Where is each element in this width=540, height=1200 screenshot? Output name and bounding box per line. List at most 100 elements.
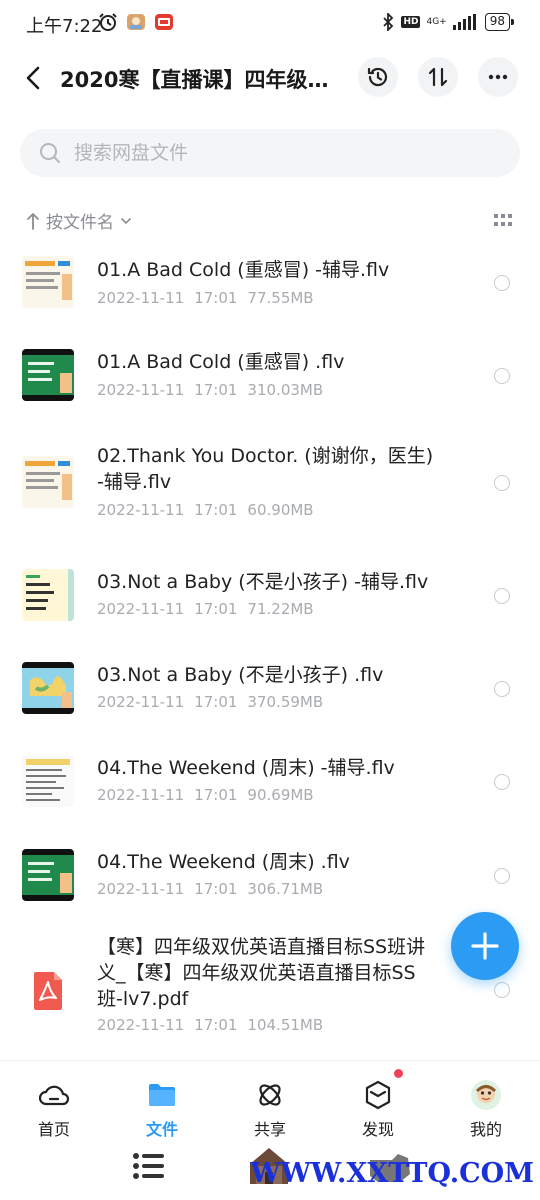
more-button[interactable] xyxy=(478,57,518,97)
file-row[interactable]: 01.A Bad Cold (重感冒) .flv 2022-11-11 17:01 3… xyxy=(0,334,540,411)
nav-discover[interactable]: 发现 xyxy=(324,1061,432,1143)
video-thumbnail xyxy=(22,456,74,508)
file-row[interactable]: 04.The Weekend (周末) -辅导.flv 2022-11-11 17:… xyxy=(0,740,540,816)
file-size: 60.90MB xyxy=(247,501,314,519)
nav-share-label: 共享 xyxy=(253,1120,286,1139)
app-notification-icon xyxy=(127,14,145,30)
nav-home[interactable]: 首页 xyxy=(0,1061,108,1143)
system-nav-bar: WWW.XXTTQ.COM xyxy=(0,1142,540,1200)
nav-files[interactable]: 文件 xyxy=(108,1061,216,1143)
bluetooth-icon xyxy=(383,13,394,31)
status-bar: 上午7:22 HD 4G+ 98 xyxy=(0,0,540,50)
more-icon xyxy=(488,74,508,80)
file-date: 2022-11-11 xyxy=(97,381,185,399)
file-row[interactable]: 02.Thank You Doctor. (谢谢你，医生) -辅导.flv 202… xyxy=(0,428,540,531)
video-thumbnail xyxy=(22,849,74,901)
status-time: 上午7:22 xyxy=(26,16,103,37)
video-thumbnail xyxy=(22,662,74,714)
video-thumbnail xyxy=(22,755,74,807)
avatar-icon xyxy=(471,1080,501,1110)
video-thumbnail xyxy=(22,349,74,401)
file-name: 01.A Bad Cold (重感冒) .flv xyxy=(97,351,345,373)
file-size: 104.51MB xyxy=(247,1016,324,1034)
hd-badge: HD xyxy=(401,16,421,28)
file-meta: 2022-11-11 17:01 370.59MB xyxy=(97,693,323,711)
network-type: 4G+ xyxy=(426,16,447,27)
file-date: 2022-11-11 xyxy=(97,501,185,519)
file-time: 17:01 xyxy=(194,600,238,618)
file-date: 2022-11-11 xyxy=(97,289,185,307)
back-button[interactable] xyxy=(20,64,48,92)
file-name: 03.Not a Baby (不是小孩子) -辅导.flv xyxy=(97,571,429,593)
transfer-button[interactable] xyxy=(418,57,458,97)
file-row[interactable]: 01.A Bad Cold (重感冒) -辅导.flv 2022-11-11 17:… xyxy=(0,240,540,319)
history-button[interactable] xyxy=(358,57,398,97)
history-icon xyxy=(367,67,388,87)
file-meta: 2022-11-11 17:01 71.22MB xyxy=(97,600,314,618)
file-time: 17:01 xyxy=(194,693,238,711)
file-meta: 2022-11-11 17:01 104.51MB xyxy=(97,1016,323,1034)
nav-home-label: 首页 xyxy=(37,1120,70,1139)
nav-mine-label: 我的 xyxy=(469,1120,502,1139)
file-time: 17:01 xyxy=(194,381,238,399)
file-time: 17:01 xyxy=(194,880,238,898)
file-size: 306.71MB xyxy=(247,880,324,898)
page-title: 2020寒【直播课】四年级… xyxy=(60,68,329,92)
nav-discover-label: 发现 xyxy=(361,1120,394,1139)
grid-view-icon[interactable] xyxy=(494,214,512,228)
back-arrow-icon xyxy=(26,66,40,90)
select-radio[interactable] xyxy=(494,588,510,604)
pdf-file-icon xyxy=(22,964,74,1016)
file-time: 17:01 xyxy=(194,1016,238,1034)
app-notification-icon xyxy=(155,14,173,30)
search-icon xyxy=(40,143,60,163)
sort-up-arrow-icon xyxy=(27,212,39,230)
sort-label: 按文件名 xyxy=(46,213,114,233)
select-radio[interactable] xyxy=(494,681,510,697)
transfer-icon xyxy=(428,67,448,87)
file-size: 310.03MB xyxy=(247,381,324,399)
file-meta: 2022-11-11 17:01 60.90MB xyxy=(97,501,314,519)
file-size: 90.69MB xyxy=(247,786,314,804)
file-time: 17:01 xyxy=(194,289,238,307)
file-name: 01.A Bad Cold (重感冒) -辅导.flv xyxy=(97,259,390,281)
select-radio[interactable] xyxy=(494,774,510,790)
select-radio[interactable] xyxy=(494,982,510,998)
nav-share[interactable]: 共享 xyxy=(216,1061,324,1143)
share-atom-icon xyxy=(259,1084,281,1106)
nav-mine[interactable]: 我的 xyxy=(432,1061,540,1143)
file-size: 370.59MB xyxy=(247,693,324,711)
alarm-icon xyxy=(99,13,117,31)
folder-icon xyxy=(149,1084,175,1106)
menu-list-icon[interactable] xyxy=(130,1148,166,1184)
plus-icon xyxy=(471,932,499,960)
file-name: 03.Not a Baby (不是小孩子) .flv xyxy=(97,664,384,686)
watermark: WWW.XXTTQ.COM xyxy=(250,1158,534,1189)
file-date: 2022-11-11 xyxy=(97,600,185,618)
file-time: 17:01 xyxy=(194,786,238,804)
select-radio[interactable] xyxy=(494,275,510,291)
file-name: 04.The Weekend (周末) -辅导.flv xyxy=(97,757,395,779)
file-meta: 2022-11-11 17:01 310.03MB xyxy=(97,381,323,399)
file-row[interactable]: 03.Not a Baby (不是小孩子) .flv 2022-11-11 17:0… xyxy=(0,648,540,723)
home-cloud-icon xyxy=(38,1085,70,1106)
file-row[interactable]: 03.Not a Baby (不是小孩子) -辅导.flv 2022-11-11 1… xyxy=(0,554,540,630)
file-meta: 2022-11-11 17:01 306.71MB xyxy=(97,880,323,898)
search-box[interactable] xyxy=(20,129,520,177)
video-thumbnail xyxy=(22,569,74,621)
video-thumbnail xyxy=(22,256,74,308)
sort-dropdown[interactable]: 按文件名 xyxy=(26,208,132,233)
select-radio[interactable] xyxy=(494,368,510,384)
select-radio[interactable] xyxy=(494,868,510,884)
select-radio[interactable] xyxy=(494,475,510,491)
search-input[interactable] xyxy=(74,129,494,177)
file-row[interactable]: 04.The Weekend (周末) .flv 2022-11-11 17:01 3… xyxy=(0,834,540,910)
file-date: 2022-11-11 xyxy=(97,1016,185,1034)
file-date: 2022-11-11 xyxy=(97,693,185,711)
file-meta: 2022-11-11 17:01 90.69MB xyxy=(97,786,314,804)
sort-row: 按文件名 xyxy=(0,202,540,238)
file-size: 77.55MB xyxy=(247,289,314,307)
file-size: 71.22MB xyxy=(247,600,314,618)
notification-dot xyxy=(394,1069,403,1078)
add-button[interactable] xyxy=(451,912,519,980)
